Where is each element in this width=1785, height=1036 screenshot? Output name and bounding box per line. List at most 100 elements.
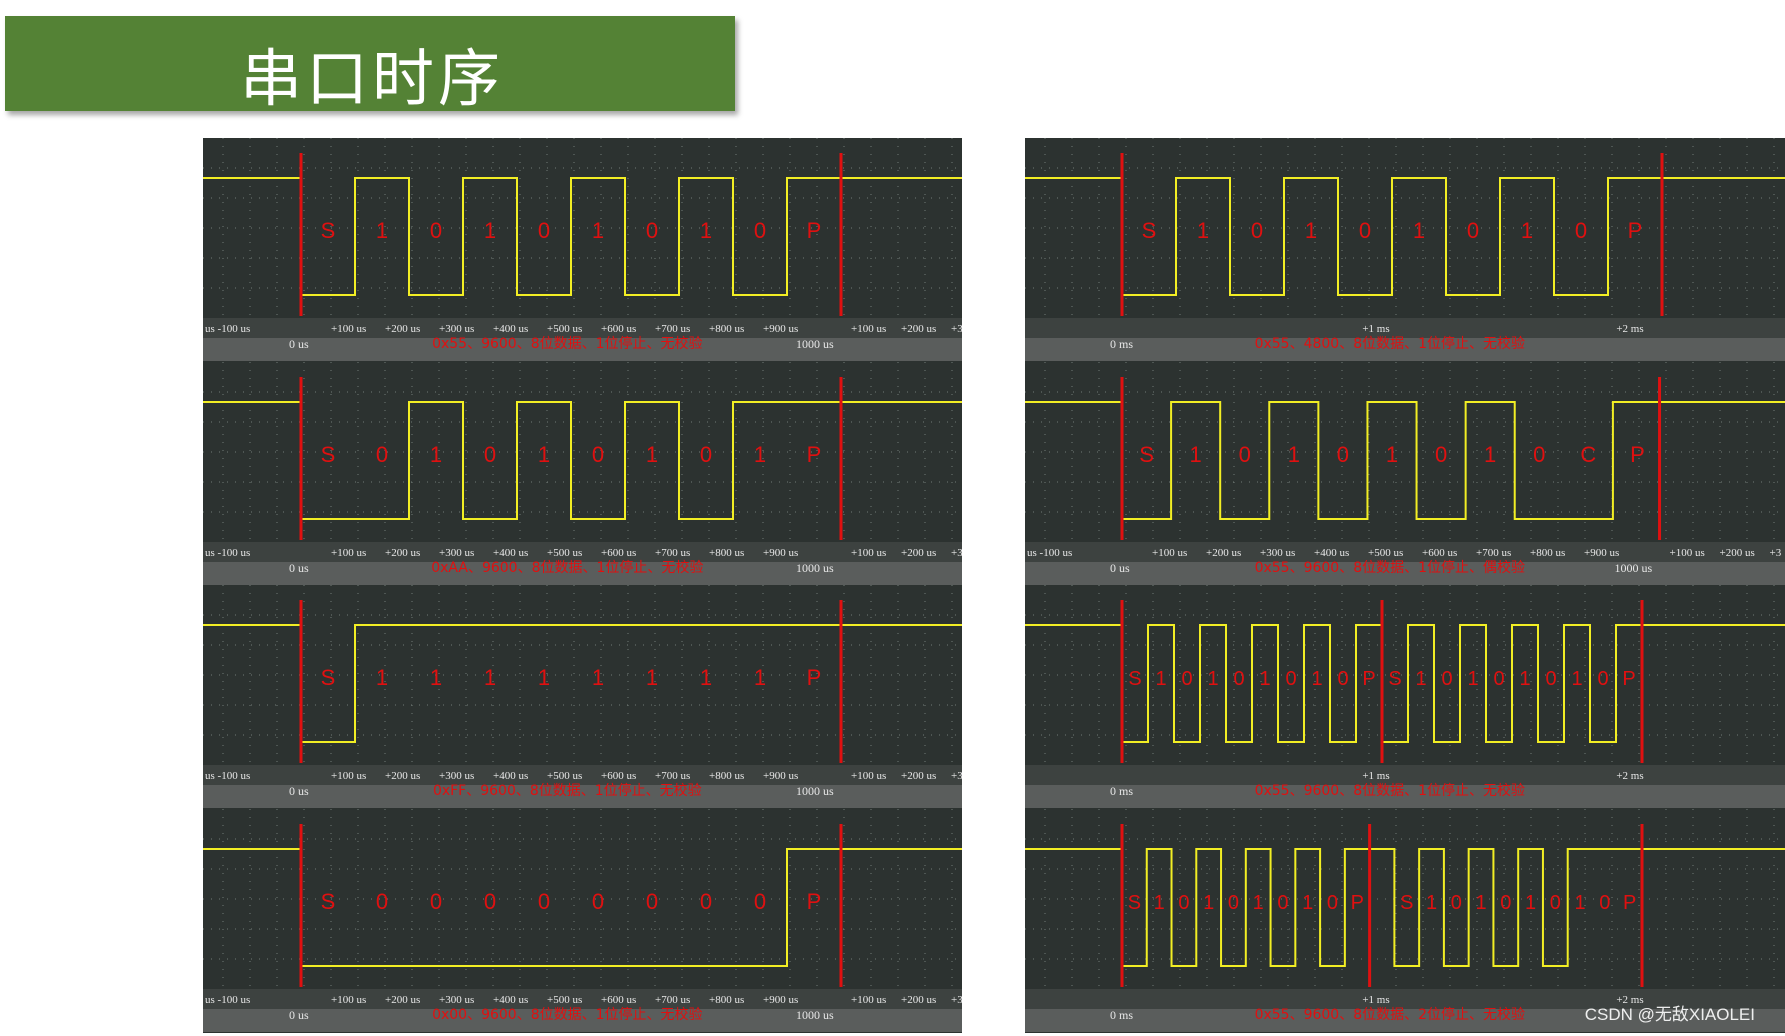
panel-caption: 0xAA、9600、8位数据、1位停止、无校验: [431, 559, 703, 576]
tick-label: +500 us: [547, 547, 582, 559]
bit-label: 1: [1475, 892, 1486, 914]
panel-caption: 0x55、9600、8位数据、1位停止、无校验: [432, 335, 702, 352]
tick-label: +800 us: [709, 994, 744, 1006]
tick-label: +100 us: [851, 994, 886, 1006]
right-scope-column: S 1 0 1 0 1 0 1 0 P +1 ms +2 ms 0 ms 0x55、4800、8位数据、1…: [1025, 138, 1785, 1033]
bit-label: 0: [1550, 892, 1561, 914]
waveform-svg: S 1 0 1 0 1 0 1 0 C Pus -100 us +100 us +200 us +300 …: [1025, 361, 1785, 585]
waveform-svg: S 0 0 0 0 0 0 0 0 Pus -100 us +100 us +200 us +300 u…: [203, 808, 962, 1032]
bit-label: 0: [1359, 218, 1371, 243]
bit-label: 0: [754, 889, 766, 914]
tick-label: +200 us: [901, 994, 936, 1006]
bit-label: 0: [1545, 668, 1556, 690]
end-time-label: 1000 us: [796, 1008, 834, 1022]
tick-label: +200 us: [385, 770, 420, 782]
bit-label: S: [1142, 218, 1157, 243]
bit-label: 1: [538, 665, 550, 690]
bit-label: S: [1388, 668, 1401, 690]
bit-label: 1: [1521, 218, 1533, 243]
tick-label: +100 us: [851, 770, 886, 782]
zero-time-label: 0 us: [1110, 561, 1130, 575]
bit-label: 0: [376, 889, 388, 914]
tick-label: +300 us: [439, 994, 474, 1006]
tick-label: +3: [1770, 547, 1782, 559]
bit-label: 0: [1251, 218, 1263, 243]
tick-label: +900 us: [763, 770, 798, 782]
waveform-svg: S 0 1 0 1 0 1 0 1 Pus -100 us +100 us +200 us +300 u…: [203, 361, 962, 585]
tick-label: +200 us: [1720, 547, 1755, 559]
bit-label: S: [1128, 668, 1141, 690]
tick-label: +900 us: [763, 323, 798, 335]
tick-label: +1 ms: [1362, 770, 1389, 782]
bit-label: P: [807, 442, 822, 467]
bit-label: 0: [376, 442, 388, 467]
left-waveform-panel-3: S 1 1 1 1 1 1 1 1 Pus -100 us +100 us +200 us +300 u…: [203, 585, 962, 808]
right-waveform-panel-4: S 1 0 1 0 1 0 1 0 P S 1 0 1 0 1 0 1 0 P +1 ms +2 ms 0 ms 0x55、9…: [1025, 808, 1785, 1032]
tick-label: us -100 us: [1027, 547, 1072, 559]
bit-label: 0: [1467, 218, 1479, 243]
tick-label: +900 us: [763, 547, 798, 559]
bit-label: 1: [430, 665, 442, 690]
bit-label: 1: [1253, 892, 1264, 914]
bit-label: 0: [1337, 442, 1349, 467]
tick-label: +100 us: [1670, 547, 1705, 559]
bit-label: 0: [1493, 668, 1504, 690]
right-waveform-panel-3: S 1 0 1 0 1 0 1 0 P S 1 0 1 0 1 0 1 0 P +1 ms +2 ms 0 ms 0x55、9…: [1025, 585, 1785, 808]
tick-label: +300 us: [439, 547, 474, 559]
end-time-label: 1000 us: [1615, 561, 1653, 575]
bit-label: 0: [1597, 668, 1608, 690]
tick-label: +3: [951, 547, 962, 559]
zero-time-label: 0 us: [289, 784, 309, 798]
tick-label: +100 us: [1152, 547, 1187, 559]
axis-tick-strip: [203, 765, 962, 785]
bit-label: 0: [700, 889, 712, 914]
bit-label: 1: [1207, 668, 1218, 690]
bit-label: 1: [376, 218, 388, 243]
bit-label: 0: [1500, 892, 1511, 914]
panel-caption: 0x55、9600、8位数据、2位停止、无校验: [1255, 1006, 1525, 1023]
tick-label: +100 us: [851, 547, 886, 559]
bit-label: 0: [1181, 668, 1192, 690]
tick-label: +500 us: [547, 770, 582, 782]
tick-label: +3: [951, 323, 962, 335]
tick-label: us -100 us: [205, 323, 250, 335]
bit-label: 1: [484, 218, 496, 243]
bit-label: P: [807, 889, 822, 914]
tick-label: +700 us: [1476, 547, 1511, 559]
tick-label: +300 us: [439, 323, 474, 335]
bit-label: P: [1362, 668, 1375, 690]
tick-label: +100 us: [331, 994, 366, 1006]
tick-label: +600 us: [601, 547, 636, 559]
zero-time-label: 0 ms: [1110, 1008, 1133, 1022]
watermark: CSDN @无敌XIAOLEI: [1584, 1005, 1755, 1024]
bit-label: 1: [1288, 442, 1300, 467]
tick-label: +900 us: [1584, 547, 1619, 559]
bit-label: 0: [484, 442, 496, 467]
axis-tick-strip: [203, 541, 962, 562]
tick-label: +200 us: [901, 770, 936, 782]
axis-tick-strip: [203, 318, 962, 338]
tick-label: +700 us: [655, 994, 690, 1006]
bit-label: 0: [1233, 668, 1244, 690]
tick-label: +800 us: [709, 547, 744, 559]
scope-area: [203, 361, 962, 542]
waveform-svg: S 1 0 1 0 1 0 1 0 P S 1 0 1 0 1 0 1 0 P+1 ms +2 ms0 ms 0x55、9…: [1025, 808, 1785, 1032]
bit-label: 1: [646, 665, 658, 690]
bit-label: P: [1630, 442, 1645, 467]
tick-label: +400 us: [493, 994, 528, 1006]
bit-label: 1: [1305, 218, 1317, 243]
tick-label: +700 us: [655, 770, 690, 782]
tick-label: us -100 us: [205, 770, 250, 782]
bit-label: S: [1128, 892, 1141, 914]
bit-label: 1: [592, 665, 604, 690]
bit-label: 1: [1203, 892, 1214, 914]
bit-label: S: [321, 218, 336, 243]
bit-label: 0: [1451, 892, 1462, 914]
waveform-svg: S 1 0 1 0 1 0 1 0 P +1 ms +2 ms 0 ms 0x55、4800、8位数据、1…: [1025, 138, 1785, 361]
tick-label: +100 us: [331, 547, 366, 559]
bit-label: S: [321, 442, 336, 467]
bit-label: 0: [1435, 442, 1447, 467]
bit-label: S: [321, 665, 336, 690]
page-title: 串口时序: [240, 42, 505, 115]
bit-label: S: [1400, 892, 1413, 914]
